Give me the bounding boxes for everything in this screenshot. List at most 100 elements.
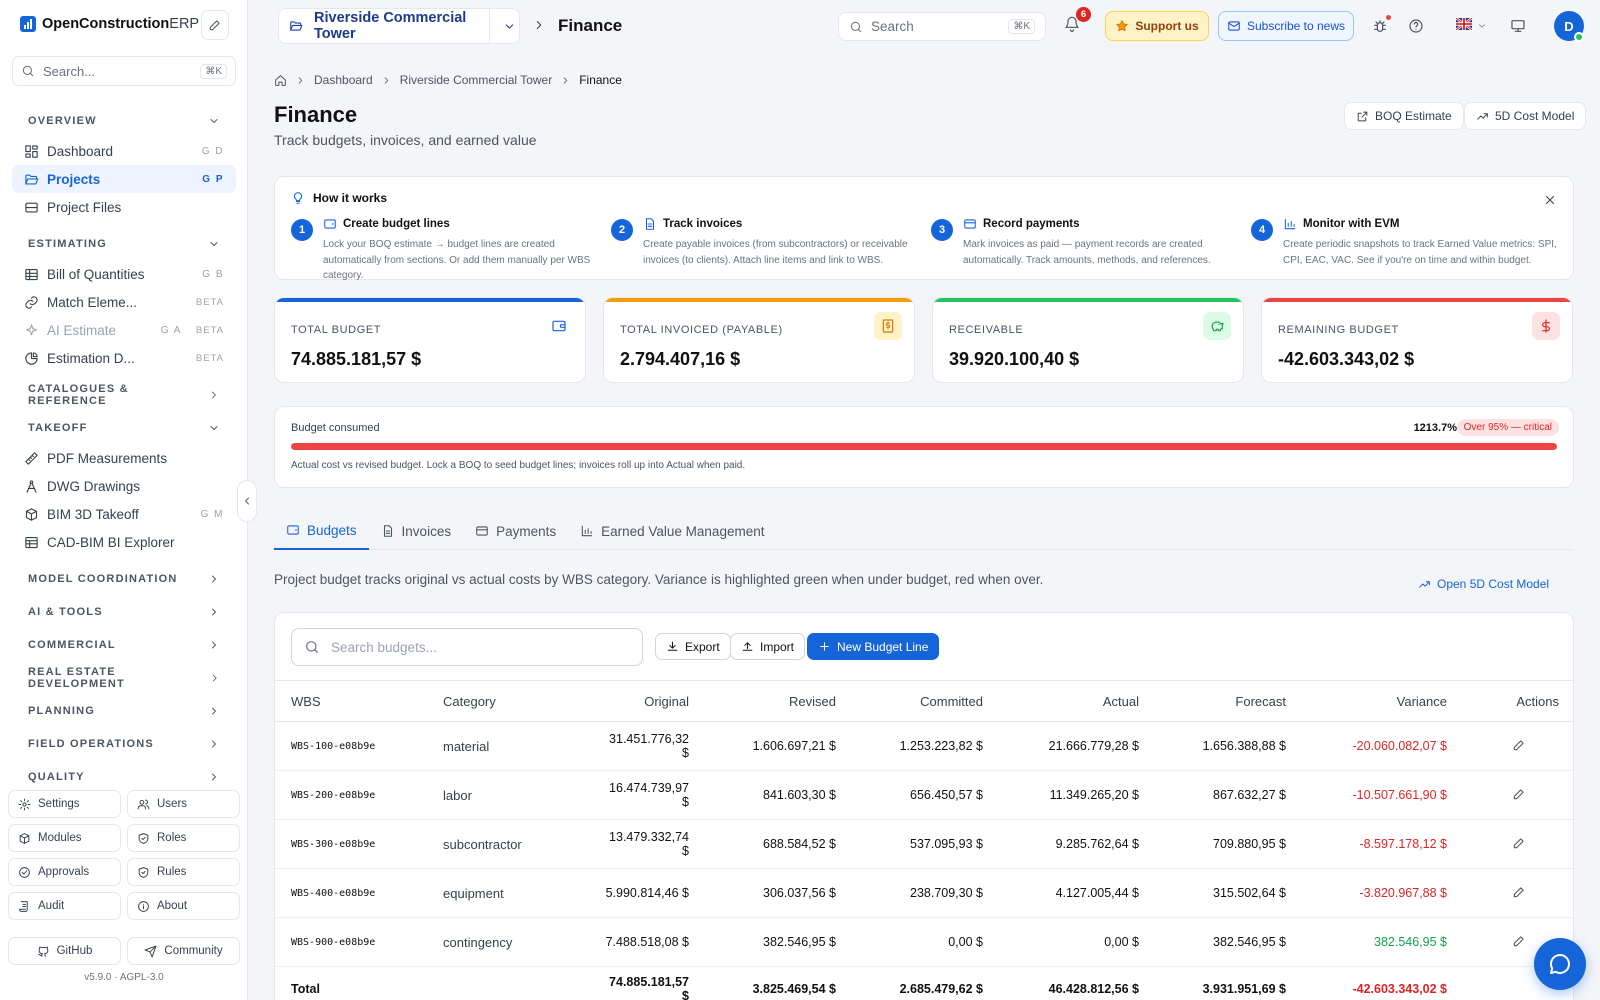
cost-model-5d-button[interactable]: 5D Cost Model xyxy=(1464,102,1587,130)
table-icon xyxy=(25,268,38,280)
project-dropdown-toggle[interactable] xyxy=(489,9,519,43)
edit-row-button[interactable] xyxy=(1463,721,1573,771)
column-header[interactable]: Committed xyxy=(852,680,999,722)
chevron-down-icon[interactable] xyxy=(1477,21,1487,31)
compose-button[interactable] xyxy=(201,10,229,40)
tab-label: Invoices xyxy=(401,523,452,539)
section-model-coordination[interactable]: MODEL COORDINATION xyxy=(12,562,236,595)
section-ai-tools[interactable]: AI & TOOLS xyxy=(12,595,236,628)
table-row[interactable]: WBS-900-e08b9e contingency 7.488.518,08 $3… xyxy=(275,917,1573,967)
subscribe-news-button[interactable]: Subscribe to news xyxy=(1218,11,1354,41)
app-logo[interactable]: OpenConstructionERP xyxy=(20,16,199,32)
cell-variance: -3.820.967,88 $ xyxy=(1302,868,1463,918)
close-icon[interactable] xyxy=(1543,193,1557,207)
sidebar-search[interactable]: Search... ⌘K xyxy=(12,56,236,86)
uk-flag-icon[interactable] xyxy=(1456,18,1472,30)
column-header[interactable]: Variance xyxy=(1302,680,1463,722)
chat-button[interactable] xyxy=(1534,938,1586,990)
section-real-estate[interactable]: REAL ESTATE DEVELOPMENT xyxy=(12,661,236,694)
sidebar-item-match-elements[interactable]: Match Eleme... BETA xyxy=(12,288,236,316)
sidebar-item-estimation-d[interactable]: Estimation D... BETA xyxy=(12,344,236,372)
table-row[interactable]: WBS-400-e08b9e equipment 5.990.814,46 $306… xyxy=(275,868,1573,918)
column-header[interactable]: Revised xyxy=(705,680,852,722)
breadcrumb-project[interactable]: Riverside Commercial Tower xyxy=(400,73,552,87)
sidebar-item-project-files[interactable]: Project Files xyxy=(12,193,236,221)
cell-variance: -10.507.661,90 $ xyxy=(1302,770,1463,820)
roles-button[interactable]: Roles xyxy=(127,824,240,852)
support-us-button[interactable]: Support us xyxy=(1105,11,1209,41)
collapse-sidebar-button[interactable] xyxy=(237,480,257,522)
section-catalogues[interactable]: CATALOGUES & REFERENCE xyxy=(12,378,236,411)
table-row[interactable]: WBS-300-e08b9e subcontractor 13.479.332,74… xyxy=(275,819,1573,869)
column-header[interactable]: Actual xyxy=(999,680,1155,722)
folder-open-icon xyxy=(25,174,39,184)
sidebar-item-boq[interactable]: Bill of Quantities G B xyxy=(12,260,236,288)
breadcrumb-dashboard[interactable]: Dashboard xyxy=(314,73,373,87)
help-icon[interactable] xyxy=(1408,18,1424,34)
modules-button[interactable]: Modules xyxy=(8,824,121,852)
sidebar-item-dwg-drawings[interactable]: DWG Drawings xyxy=(12,472,236,500)
users-button[interactable]: Users xyxy=(127,790,240,818)
column-header[interactable]: Forecast xyxy=(1155,680,1302,722)
cell-category: equipment xyxy=(427,868,587,918)
section-quality[interactable]: QUALITY xyxy=(12,760,236,793)
sidebar-item-dashboard[interactable]: Dashboard G D xyxy=(12,137,236,165)
about-button[interactable]: About xyxy=(127,892,240,920)
wallet-icon xyxy=(287,525,299,535)
edit-row-button[interactable] xyxy=(1463,770,1573,820)
sidebar-item-bim-takeoff[interactable]: BIM 3D Takeoff G M xyxy=(12,500,236,528)
table-row[interactable]: WBS-200-e08b9e labor 16.474.739,97 $841.60… xyxy=(275,770,1573,820)
breadcrumb-current: Finance xyxy=(579,73,622,87)
sidebar-item-cad-bim-explorer[interactable]: CAD-BIM BI Explorer xyxy=(12,528,236,556)
tab-invoices[interactable]: Invoices xyxy=(369,512,464,550)
section-field-operations[interactable]: FIELD OPERATIONS xyxy=(12,727,236,760)
column-header[interactable]: Category xyxy=(427,680,587,722)
global-search-placeholder: Search xyxy=(871,19,914,34)
section-takeoff[interactable]: TAKEOFF xyxy=(12,411,236,444)
cell-category: material xyxy=(427,721,587,771)
tab-payments[interactable]: Payments xyxy=(463,512,568,550)
section-overview[interactable]: OVERVIEW xyxy=(12,104,236,137)
section-planning[interactable]: PLANNING xyxy=(12,694,236,727)
chevron-down-icon xyxy=(210,241,218,246)
column-header[interactable]: WBS xyxy=(275,680,427,722)
rules-button[interactable]: Rules xyxy=(127,858,240,886)
budget-search-input[interactable]: Search budgets... xyxy=(291,628,643,666)
new-budget-line-button[interactable]: New Budget Line xyxy=(807,633,940,660)
global-search[interactable]: Search ⌘K xyxy=(838,12,1046,41)
finance-tabs: Budgets Invoices Payments Earned Value M… xyxy=(274,512,1574,550)
edit-row-button[interactable] xyxy=(1463,819,1573,869)
approvals-button[interactable]: Approvals xyxy=(8,858,121,886)
audit-button[interactable]: Audit xyxy=(8,892,121,920)
sidebar-item-projects[interactable]: Projects G P xyxy=(12,165,236,193)
shield-check-icon xyxy=(138,832,149,844)
section-estimating[interactable]: ESTIMATING xyxy=(12,227,236,260)
home-icon[interactable] xyxy=(274,74,287,87)
chevron-right-icon xyxy=(212,641,216,648)
column-header[interactable]: Original xyxy=(587,680,705,722)
open-5d-cost-model-link[interactable]: Open 5D Cost Model xyxy=(1418,577,1549,591)
sidebar-item-ai-estimate[interactable]: AI Estimate G A BETA xyxy=(12,316,236,344)
cell-committed: 656.450,57 $ xyxy=(852,770,999,820)
project-selector[interactable]: Riverside Commercial Tower xyxy=(278,8,520,44)
sidebar-item-pdf-measurements[interactable]: PDF Measurements xyxy=(12,444,236,472)
boq-estimate-button[interactable]: BOQ Estimate xyxy=(1344,102,1464,130)
rules-label: Rules xyxy=(157,866,187,878)
export-button[interactable]: Export xyxy=(655,633,731,660)
global-search-shortcut: ⌘K xyxy=(1008,19,1035,34)
github-link[interactable]: GitHub xyxy=(8,937,121,965)
monitor-icon[interactable] xyxy=(1510,18,1526,34)
import-button[interactable]: Import xyxy=(730,633,806,660)
table-row[interactable]: WBS-100-e08b9e material 31.451.776,32 $1.6… xyxy=(275,721,1573,771)
wallet-icon xyxy=(552,320,566,332)
upload-icon xyxy=(742,642,753,651)
bug-icon[interactable] xyxy=(1372,18,1388,34)
community-link[interactable]: Community xyxy=(127,937,240,965)
section-commercial[interactable]: COMMERCIAL xyxy=(12,628,236,661)
tab-budgets[interactable]: Budgets xyxy=(274,512,369,550)
sidebar-item-label: BIM 3D Takeoff xyxy=(47,506,139,522)
settings-button[interactable]: Settings xyxy=(8,790,121,818)
download-icon xyxy=(667,641,678,651)
tab-evm[interactable]: Earned Value Management xyxy=(568,512,776,550)
edit-row-button[interactable] xyxy=(1463,868,1573,918)
